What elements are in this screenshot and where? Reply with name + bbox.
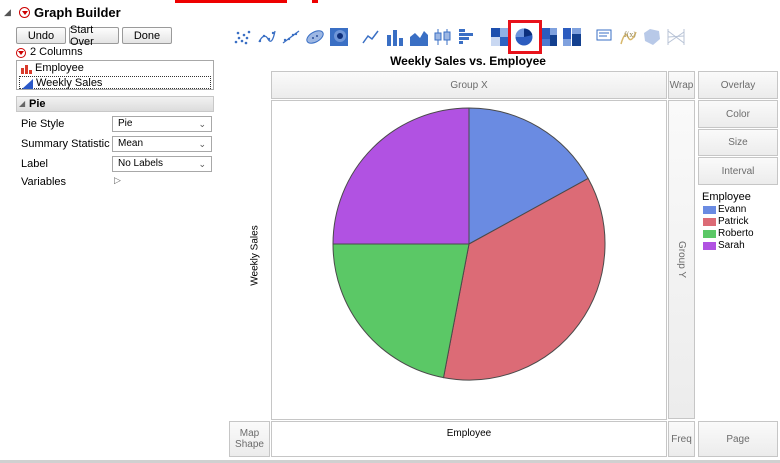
caption-box-icon[interactable]	[594, 27, 614, 47]
legend-label: Patrick	[718, 216, 749, 227]
columns-menu-icon[interactable]	[16, 48, 26, 58]
legend-swatch	[703, 206, 716, 214]
done-button[interactable]: Done	[122, 27, 172, 44]
legend-item[interactable]: Roberto	[702, 228, 776, 240]
mosaic-icon[interactable]	[562, 27, 582, 47]
pie-style-dropdown[interactable]: Pie ⌄	[112, 116, 212, 132]
window-title: Graph Builder	[34, 5, 121, 20]
summary-statistic-dropdown[interactable]: Mean ⌄	[112, 136, 212, 152]
dropdown-value: Mean	[118, 138, 144, 149]
legend-label: Evann	[718, 204, 747, 215]
label-option-label: Label	[21, 158, 48, 170]
pie-chart	[332, 107, 606, 381]
legend: Employee Evann Patrick Roberto Sarah	[702, 191, 776, 252]
column-list: Employee Weekly Sales	[16, 60, 214, 90]
plot-area[interactable]	[271, 100, 667, 420]
area-icon[interactable]	[409, 27, 429, 47]
line-icon[interactable]	[361, 27, 381, 47]
histogram-icon[interactable]	[457, 27, 477, 47]
column-label: Weekly Sales	[36, 77, 103, 89]
y-axis-label: Weekly Sales	[249, 225, 261, 286]
line-of-fit-icon[interactable]	[281, 27, 301, 47]
box-plot-icon[interactable]	[433, 27, 453, 47]
collapse-triangle-icon[interactable]: ◢	[19, 99, 25, 108]
dropdown-value: Pie	[118, 118, 133, 129]
legend-title: Employee	[702, 191, 751, 203]
summary-statistic-label: Summary Statistic	[21, 138, 110, 150]
x-axis-zone[interactable]: Employee	[271, 421, 667, 457]
legend-swatch	[703, 230, 716, 238]
column-item-employee[interactable]: Employee	[19, 62, 211, 75]
freq-zone[interactable]: Freq	[668, 421, 695, 457]
label-dropdown[interactable]: No Labels ⌄	[112, 156, 212, 172]
pie-section-title: Pie	[29, 98, 46, 110]
smoother-icon[interactable]	[257, 27, 277, 47]
window-title-bar: ◢ Graph Builder	[0, 4, 230, 22]
ellipse-icon[interactable]	[305, 27, 325, 47]
group-x-zone[interactable]: Group X	[271, 71, 667, 99]
formula-icon[interactable]: f(x)	[618, 27, 638, 47]
overlay-zone[interactable]: Overlay	[698, 71, 778, 99]
variables-expand-icon[interactable]: ▷	[114, 175, 121, 186]
red-triangle-menu-icon[interactable]	[19, 7, 30, 18]
nominal-bar-icon	[21, 65, 32, 74]
legend-item[interactable]: Sarah	[702, 240, 776, 252]
column-item-weekly-sales[interactable]: Weekly Sales	[19, 76, 211, 89]
page-zone[interactable]: Page	[698, 421, 778, 457]
heatmap-icon[interactable]	[490, 27, 510, 47]
chevron-down-icon: ⌄	[198, 139, 206, 149]
group-y-label: Group Y	[676, 240, 687, 279]
legend-item[interactable]: Patrick	[702, 216, 776, 228]
legend-label: Roberto	[718, 228, 754, 239]
columns-count: 2 Columns	[30, 46, 83, 58]
legend-swatch	[703, 242, 716, 250]
chevron-down-icon: ⌄	[198, 119, 206, 129]
y-axis-zone[interactable]: Weekly Sales	[240, 100, 268, 420]
map-shapes-icon[interactable]	[642, 27, 662, 47]
wrap-zone[interactable]: Wrap	[668, 71, 695, 99]
undo-button[interactable]: Undo	[16, 27, 66, 44]
points-icon[interactable]	[233, 27, 253, 47]
pie-section-header[interactable]: ◢ Pie	[16, 96, 214, 112]
variables-label: Variables	[21, 176, 67, 188]
bar-icon[interactable]	[385, 27, 405, 47]
map-shape-zone[interactable]: Map Shape	[229, 421, 270, 457]
red-highlight-line	[175, 0, 345, 3]
legend-item[interactable]: Evann	[702, 204, 776, 216]
parallel-plot-icon[interactable]	[666, 27, 686, 47]
pie-slice-sarah[interactable]	[332, 107, 470, 245]
columns-header: 2 Columns	[16, 46, 136, 60]
column-label: Employee	[35, 62, 84, 74]
size-zone[interactable]: Size	[698, 129, 778, 156]
group-y-zone[interactable]: Group Y	[668, 100, 695, 419]
graph-title: Weekly Sales vs. Employee	[390, 54, 546, 68]
color-zone[interactable]: Color	[698, 100, 778, 128]
pie-style-label: Pie Style	[21, 118, 65, 130]
dropdown-value: No Labels	[118, 158, 164, 169]
start-over-button[interactable]: Start Over	[69, 24, 119, 48]
chevron-down-icon: ⌄	[198, 159, 206, 169]
legend-label: Sarah	[718, 240, 745, 251]
legend-swatch	[703, 218, 716, 226]
contour-icon[interactable]	[329, 27, 349, 47]
selected-pie-highlight	[508, 20, 542, 54]
x-axis-label: Employee	[446, 428, 492, 439]
svg-text:f(x): f(x)	[624, 31, 636, 39]
interval-zone[interactable]: Interval	[698, 157, 778, 185]
continuous-triangle-icon	[22, 79, 33, 89]
collapse-triangle-icon[interactable]: ◢	[4, 7, 11, 18]
